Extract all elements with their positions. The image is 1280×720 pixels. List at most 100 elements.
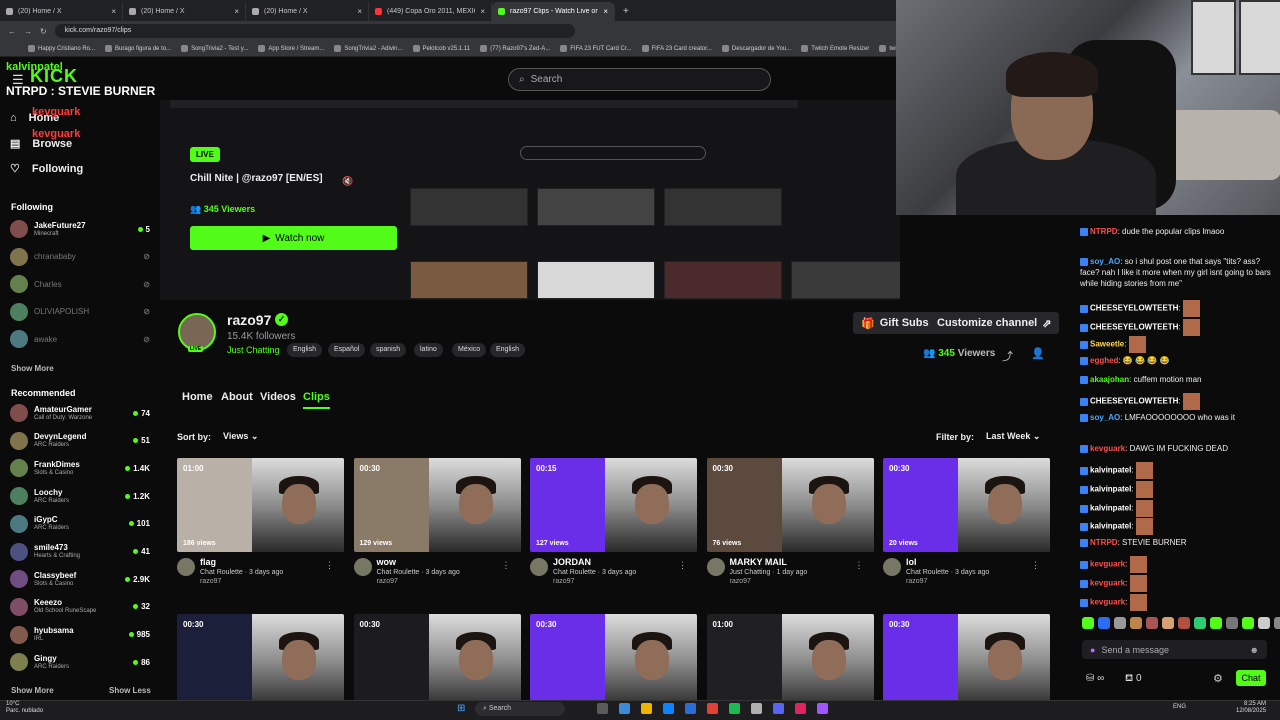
sidebar-channel[interactable]: smile473 Hearts & Crafting 41: [10, 542, 150, 561]
clip-thumbnail[interactable]: 00:30 76 views: [706, 458, 874, 552]
windows-start-icon[interactable]: ⊞: [457, 703, 465, 714]
taskbar-app-icon[interactable]: [641, 703, 652, 714]
bookmark-item[interactable]: FIFA 23 FUT Card Cr...: [560, 45, 632, 52]
emote-icon[interactable]: [1098, 617, 1110, 629]
filter-dropdown[interactable]: Last Week ⌄: [986, 431, 1040, 442]
emote-icon[interactable]: [1082, 617, 1094, 629]
taskbar-search[interactable]: ⌕ Search: [475, 702, 565, 716]
chat-username[interactable]: egghed: [1090, 356, 1118, 365]
more-options-icon[interactable]: ⋮: [502, 560, 511, 571]
clip-card[interactable]: 00:30: [883, 614, 1050, 708]
emote-icon[interactable]: [1178, 617, 1190, 629]
emote-icon[interactable]: [1258, 617, 1270, 629]
sidebar-channel[interactable]: Loochy ARC Raiders 1.2K: [10, 487, 150, 506]
channel-avatar[interactable]: LIVE: [178, 313, 216, 352]
chat-send-button[interactable]: Chat: [1236, 670, 1266, 686]
avatar[interactable]: [353, 558, 372, 576]
clip-card[interactable]: 00:30: [530, 614, 697, 708]
emote-icon[interactable]: [1194, 617, 1206, 629]
clip-thumbnail[interactable]: 00:30: [177, 614, 344, 708]
clip-title[interactable]: lol: [906, 557, 989, 567]
bookmark-item[interactable]: Descargador de You...: [721, 45, 791, 52]
more-options-icon[interactable]: ⋮: [855, 560, 864, 571]
sidebar-channel[interactable]: Gingy ARC Raiders 86: [10, 653, 150, 672]
avatar[interactable]: [177, 558, 195, 576]
chat-username[interactable]: NTRPD: [1090, 227, 1118, 236]
share-icon[interactable]: ⤴: [1002, 348, 1013, 364]
chat-username[interactable]: CHEESEYELOWTEETH: [1090, 397, 1178, 406]
reload-icon[interactable]: ↻: [40, 27, 47, 36]
clip-thumbnail[interactable]: 01:00 186 views: [177, 458, 344, 552]
chat-input[interactable]: ● Send a message ☻: [1082, 640, 1267, 659]
clip-owner[interactable]: razo97: [377, 578, 460, 585]
emote-icon[interactable]: [1242, 617, 1254, 629]
more-options-icon[interactable]: ⋮: [1031, 560, 1040, 571]
clock[interactable]: 8:25 AM 12/08/2025: [1236, 701, 1266, 715]
gift-subs-button[interactable]: 🎁 Gift Subs: [853, 312, 937, 334]
customize-channel-button[interactable]: Customize channel ⇗: [929, 312, 1060, 334]
tab-videos[interactable]: Videos: [260, 391, 296, 403]
clip-card[interactable]: 00:30: [177, 614, 344, 708]
clip-card[interactable]: 00:30 76 views MARKY MAIL Just Chatting · 1…: [706, 458, 874, 585]
clip-owner[interactable]: razo97: [553, 578, 636, 585]
emote-icon[interactable]: [1226, 617, 1238, 629]
sidebar-channel[interactable]: iGypC ARC Raiders 101: [10, 514, 150, 533]
show-more-recommended[interactable]: Show More: [11, 686, 54, 695]
taskbar-app-icon[interactable]: [663, 703, 674, 714]
chat-username[interactable]: kalvinpatel: [1090, 504, 1131, 513]
search-bar[interactable]: ⌕ Search: [508, 68, 771, 91]
tag-chip[interactable]: latino: [414, 343, 443, 357]
bookmark-item[interactable]: SongTrivia2 - Test y...: [181, 45, 248, 52]
sidebar-channel[interactable]: Classybeef Slots & Casino 2.9K: [10, 570, 150, 589]
stream-preview[interactable]: [160, 100, 900, 300]
emote-icon[interactable]: [1146, 617, 1158, 629]
more-options-icon[interactable]: ⋮: [678, 560, 687, 571]
sidebar-channel[interactable]: DevynLegend ARC Raiders 51: [10, 431, 150, 450]
chat-username[interactable]: kalvinpatel: [1090, 466, 1131, 475]
sidebar-channel[interactable]: Charles ⊘: [10, 275, 150, 293]
avatar[interactable]: [530, 558, 548, 576]
chat-username[interactable]: kalvinpatel: [1090, 522, 1131, 531]
chat-username[interactable]: akaajohan: [1090, 375, 1129, 384]
emote-icon[interactable]: [1210, 617, 1222, 629]
taskbar-app-icon[interactable]: [795, 703, 806, 714]
new-tab-button[interactable]: +: [615, 2, 637, 21]
chat-username[interactable]: soy_AO: [1090, 413, 1120, 422]
clip-thumbnail[interactable]: 00:15 127 views: [530, 458, 697, 552]
clip-card[interactable]: 01:00: [706, 614, 874, 708]
clip-title[interactable]: MARKY MAIL: [730, 557, 808, 567]
sidebar-channel[interactable]: OLIVIAPOLISH ⊘: [10, 302, 150, 321]
clip-card[interactable]: 01:00 186 views flag Chat Roulette · 3 days…: [177, 458, 344, 585]
chat-username[interactable]: kevguark: [1090, 579, 1125, 588]
taskbar-app-icon[interactable]: [619, 703, 630, 714]
chat-username[interactable]: NTRPD: [1090, 538, 1118, 547]
clip-thumbnail[interactable]: 01:00: [706, 614, 874, 708]
bookmark-item[interactable]: (77) Razo97's Zed-A...: [480, 45, 550, 52]
close-icon[interactable]: ×: [111, 7, 116, 16]
clip-owner[interactable]: razo97: [730, 578, 808, 585]
taskbar-app-icon[interactable]: [729, 703, 740, 714]
chat-username[interactable]: kevguark: [1090, 560, 1125, 569]
browser-tab[interactable]: (449) Copa Oro 2011, MÉXICO ×: [369, 2, 492, 21]
sidebar-channel[interactable]: FrankDimes Slots & Casino 1.4K: [10, 459, 150, 478]
close-icon[interactable]: ×: [234, 7, 239, 16]
sidebar-channel[interactable]: hyubsama IRL 985: [10, 625, 150, 644]
bookmark-item[interactable]: FIFA 23 Card creator...: [641, 45, 712, 52]
bookmark-item[interactable]: SongTrivia2 - Adivin...: [334, 45, 403, 52]
stream-category[interactable]: Just Chatting: [227, 345, 280, 355]
sidebar-channel[interactable]: Keeezo Old School RuneScape 32: [10, 597, 150, 616]
taskbar-app-icon[interactable]: [597, 703, 608, 714]
taskbar-app-icon[interactable]: [773, 703, 784, 714]
close-icon[interactable]: ×: [480, 7, 485, 16]
chat-username[interactable]: kevguark: [1090, 598, 1125, 607]
avatar[interactable]: [706, 558, 725, 576]
more-options-icon[interactable]: ⋮: [325, 560, 334, 571]
url-field[interactable]: kick.com/razo97/clips: [54, 24, 575, 38]
taskbar-app-icon[interactable]: [685, 703, 696, 714]
browser-tab[interactable]: razo97 Clips - Watch Live on Ki ×: [492, 2, 615, 21]
sidebar-channel[interactable]: JakeFuture27 Minecraft 5: [10, 220, 150, 238]
tag-chip[interactable]: English: [490, 343, 525, 357]
weather-widget[interactable]: 10°C Parc. nublado: [6, 701, 43, 715]
settings-icon[interactable]: ⚙: [1213, 672, 1223, 685]
emoji-icon[interactable]: ☻: [1250, 645, 1259, 655]
